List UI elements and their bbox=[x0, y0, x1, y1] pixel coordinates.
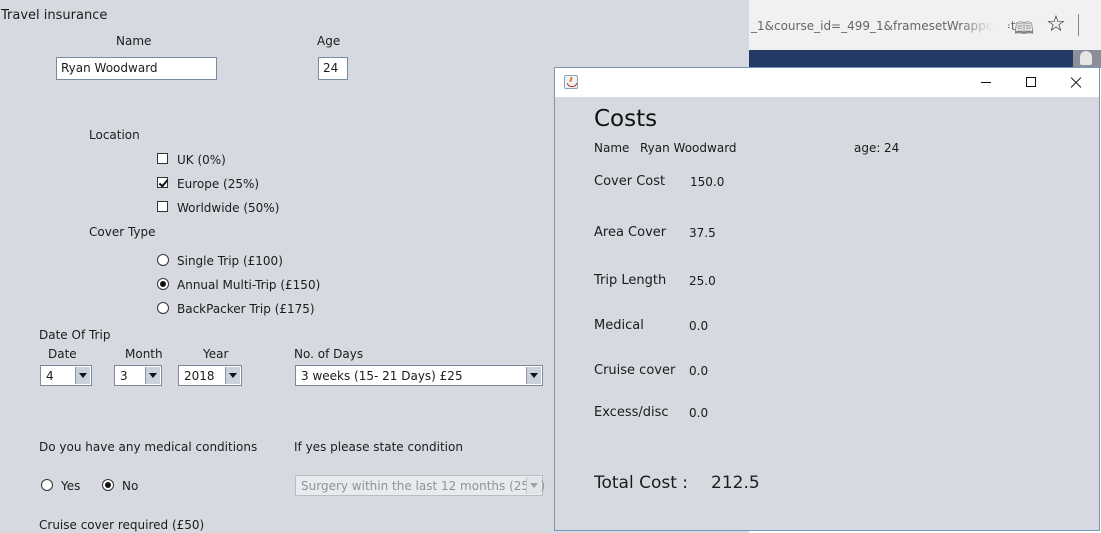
age-label: Age bbox=[317, 34, 341, 48]
condition-label: If yes please state condition bbox=[294, 440, 463, 454]
cover-cost-label: Cover Cost bbox=[594, 174, 666, 189]
costs-name-value: Ryan Woodward bbox=[640, 141, 737, 155]
days-label: No. of Days bbox=[294, 347, 364, 361]
location-europe-label: Europe (25%) bbox=[177, 177, 260, 191]
excess-disc-label: Excess/disc bbox=[594, 405, 669, 420]
year-select-value: 2018 bbox=[184, 369, 215, 383]
url-fade bbox=[960, 8, 1008, 44]
trip-length-label: Trip Length bbox=[594, 273, 667, 288]
java-app-icon bbox=[564, 75, 578, 89]
days-select-value: 3 weeks (15- 21 Days) £25 bbox=[301, 369, 463, 383]
costs-age-value: 24 bbox=[884, 141, 900, 155]
chevron-down-icon[interactable] bbox=[75, 367, 90, 384]
minimize-icon[interactable] bbox=[963, 68, 1009, 97]
window-title: Travel insurance bbox=[1, 8, 108, 23]
area-cover-value: 37.5 bbox=[689, 226, 716, 240]
reading-view-icon[interactable]: 🕮 bbox=[1013, 16, 1035, 39]
chevron-down-icon[interactable] bbox=[225, 367, 240, 384]
date-of-trip-label: Date Of Trip bbox=[39, 328, 111, 342]
year-select[interactable]: 2018 bbox=[178, 365, 242, 386]
costs-window: Costs Name Ryan Woodward age: 24 Cover C… bbox=[554, 67, 1100, 531]
condition-select-value: Surgery within the last 12 months (25%) bbox=[301, 479, 546, 493]
medical-question-label: Do you have any medical conditions bbox=[39, 440, 258, 454]
checkbox-uk[interactable] bbox=[157, 153, 168, 164]
excess-disc-value: 0.0 bbox=[689, 406, 709, 420]
radio-single-trip[interactable] bbox=[157, 254, 169, 266]
location-worldwide-label: Worldwide (50%) bbox=[177, 201, 280, 215]
area-cover-label: Area Cover bbox=[594, 225, 667, 240]
backpacker-trip-label: BackPacker Trip (£175) bbox=[177, 302, 315, 316]
toolbar-divider bbox=[1078, 14, 1079, 36]
chevron-down-icon[interactable] bbox=[145, 367, 160, 384]
total-cost-label: Total Cost : bbox=[594, 473, 689, 493]
costs-heading: Costs bbox=[594, 106, 658, 132]
month-label: Month bbox=[125, 347, 163, 361]
radio-annual-multi-trip[interactable] bbox=[157, 278, 169, 290]
checkbox-worldwide[interactable] bbox=[157, 201, 168, 212]
medical-label: Medical bbox=[594, 318, 644, 333]
medical-value: 0.0 bbox=[689, 319, 709, 333]
days-select[interactable]: 3 weeks (15- 21 Days) £25 bbox=[295, 365, 543, 386]
close-icon[interactable] bbox=[1053, 68, 1099, 97]
date-select-value: 4 bbox=[46, 369, 54, 383]
favorite-star-icon[interactable]: ☆ bbox=[1045, 13, 1067, 37]
condition-select[interactable]: Surgery within the last 12 months (25%) bbox=[295, 475, 546, 496]
costs-name-label: Name bbox=[594, 141, 630, 155]
month-select[interactable]: 3 bbox=[114, 365, 162, 386]
age-input[interactable]: 24 bbox=[318, 57, 348, 80]
location-uk-label: UK (0%) bbox=[177, 153, 226, 167]
annual-multi-trip-label: Annual Multi-Trip (£150) bbox=[177, 278, 321, 292]
radio-medical-no[interactable] bbox=[102, 479, 114, 491]
name-input[interactable]: Ryan Woodward bbox=[56, 57, 217, 80]
checkbox-europe[interactable] bbox=[157, 177, 168, 188]
chevron-down-icon[interactable] bbox=[526, 477, 541, 494]
location-label: Location bbox=[89, 128, 140, 142]
trip-length-value: 25.0 bbox=[689, 274, 716, 288]
costs-titlebar[interactable] bbox=[555, 68, 1099, 97]
cruise-cover-label: Cruise cover required (£50) bbox=[39, 518, 205, 532]
costs-age-label: age: bbox=[854, 141, 881, 155]
page-nav-strip bbox=[749, 50, 1101, 68]
radio-medical-yes[interactable] bbox=[41, 479, 53, 491]
month-select-value: 3 bbox=[120, 369, 128, 383]
medical-yes-label: Yes bbox=[61, 479, 81, 493]
name-label: Name bbox=[116, 34, 152, 48]
chevron-down-icon[interactable] bbox=[526, 367, 541, 384]
user-avatar-icon[interactable] bbox=[1073, 50, 1101, 68]
year-label: Year bbox=[203, 347, 229, 361]
medical-no-label: No bbox=[122, 479, 139, 493]
maximize-icon[interactable] bbox=[1008, 68, 1054, 97]
radio-backpacker-trip[interactable] bbox=[157, 302, 169, 314]
cruise-cover-cost-label: Cruise cover bbox=[594, 363, 676, 378]
cover-cost-value: 150.0 bbox=[690, 175, 725, 189]
cover-type-label: Cover Type bbox=[89, 225, 156, 239]
single-trip-label: Single Trip (£100) bbox=[177, 254, 283, 268]
date-select[interactable]: 4 bbox=[40, 365, 92, 386]
total-cost-value: 212.5 bbox=[711, 473, 760, 493]
cruise-cover-cost-value: 0.0 bbox=[689, 364, 709, 378]
date-label: Date bbox=[48, 347, 77, 361]
